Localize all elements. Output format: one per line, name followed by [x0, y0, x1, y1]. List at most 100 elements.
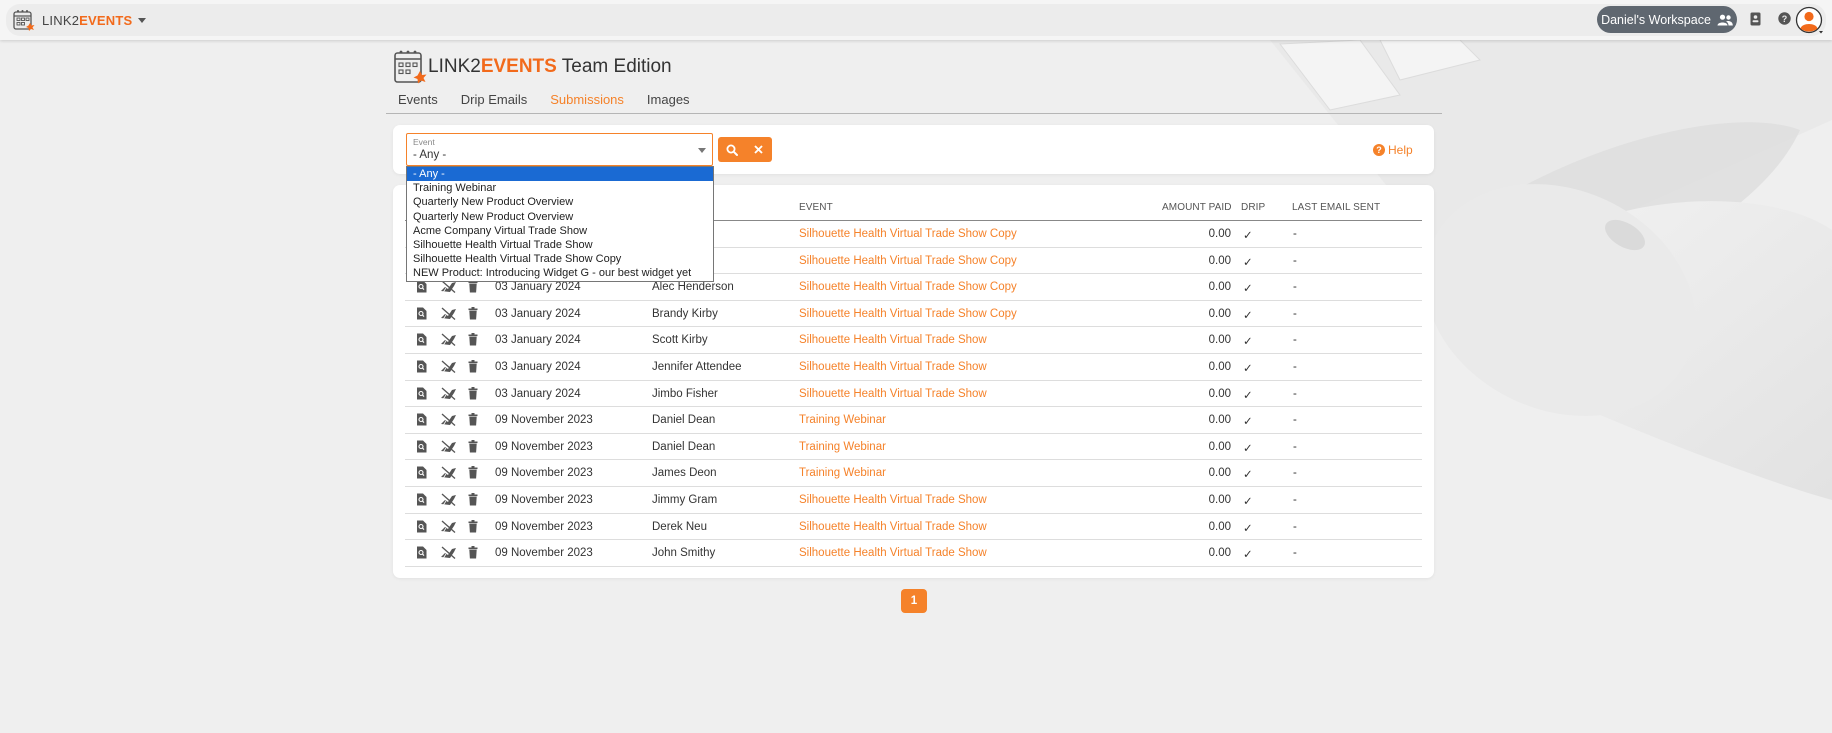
help-icon[interactable]: ?: [1778, 12, 1791, 25]
table-row: 03 January 2024 Scott Kirby Silhouette H…: [405, 327, 1422, 354]
tab-submissions[interactable]: Submissions: [550, 92, 624, 107]
help-label: Help: [1388, 143, 1413, 157]
table-row: 03 January 2024 Jimbo Fisher Silhouette …: [405, 381, 1422, 408]
delete-icon[interactable]: [468, 439, 478, 453]
chevron-down-icon: [138, 17, 147, 23]
event-link[interactable]: Silhouette Health Virtual Trade Show Cop…: [799, 308, 1017, 320]
column-header-event[interactable]: EVENT: [799, 202, 833, 213]
column-header-last-email-sent[interactable]: LAST EMAIL SENT: [1292, 202, 1380, 213]
event-link[interactable]: Silhouette Health Virtual Trade Show: [799, 547, 987, 559]
view-submission-icon[interactable]: [416, 413, 427, 426]
event-link[interactable]: Training Webinar: [799, 414, 886, 426]
last-email-sent: -: [1293, 228, 1297, 240]
amount-paid: 0.00: [1208, 361, 1231, 373]
delete-icon[interactable]: [468, 413, 478, 426]
amount-paid: 0.00: [1208, 334, 1231, 347]
nav-tabs: Events Drip Emails Submissions Images: [398, 92, 713, 107]
view-submission-icon[interactable]: [416, 387, 427, 400]
submitter-name: Daniel Dean: [652, 414, 716, 427]
amount-paid: 0.00: [1208, 281, 1231, 294]
drip-check-icon: ✓: [1243, 522, 1253, 535]
clear-filter-button[interactable]: [745, 137, 772, 162]
view-submission-icon[interactable]: [416, 333, 427, 346]
delete-icon[interactable]: [468, 519, 478, 533]
unsubscribe-drip-icon[interactable]: [440, 440, 457, 453]
submitter-name: Jennifer Attendee: [652, 361, 742, 373]
drip-check-icon: ✓: [1243, 389, 1253, 402]
workspace-button[interactable]: Daniel's Workspace: [1597, 6, 1737, 33]
event-link[interactable]: Silhouette Health Virtual Trade Show: [799, 334, 987, 346]
unsubscribe-drip-icon[interactable]: [440, 493, 457, 506]
submitter-name: Daniel Dean: [652, 440, 716, 453]
dropdown-option[interactable]: Acme Company Virtual Trade Show: [407, 224, 713, 238]
event-select[interactable]: Event - Any -: [406, 133, 713, 166]
event-link[interactable]: Silhouette Health Virtual Trade Show: [799, 521, 987, 533]
dropdown-option[interactable]: Silhouette Health Virtual Trade Show: [407, 238, 713, 252]
dropdown-option[interactable]: Training Webinar: [407, 181, 713, 195]
event-link[interactable]: Silhouette Health Virtual Trade Show Cop…: [799, 228, 1017, 240]
unsubscribe-drip-icon[interactable]: [440, 307, 457, 320]
event-link[interactable]: Silhouette Health Virtual Trade Show: [799, 388, 987, 400]
tab-drip-emails[interactable]: Drip Emails: [461, 92, 527, 107]
event-link[interactable]: Silhouette Health Virtual Trade Show Cop…: [799, 255, 1017, 267]
unsubscribe-drip-icon[interactable]: [440, 466, 457, 480]
dropdown-option[interactable]: Quarterly New Product Overview: [407, 210, 713, 224]
last-email-sent: -: [1293, 467, 1297, 480]
view-submission-icon[interactable]: [416, 307, 427, 320]
submission-date: 09 November 2023: [495, 467, 593, 480]
last-email-sent: -: [1293, 254, 1297, 267]
view-submission-icon[interactable]: [416, 546, 427, 559]
unsubscribe-drip-icon[interactable]: [440, 280, 457, 294]
event-link[interactable]: Silhouette Health Virtual Trade Show Cop…: [799, 281, 1017, 293]
dropdown-option[interactable]: - Any -: [407, 167, 713, 182]
view-submission-icon[interactable]: [416, 493, 427, 506]
search-button[interactable]: [718, 137, 745, 162]
pagination-page-1[interactable]: 1: [901, 589, 927, 613]
dropdown-option[interactable]: Quarterly New Product Overview: [407, 195, 713, 209]
delete-icon[interactable]: [468, 466, 478, 479]
last-email-sent: -: [1293, 547, 1297, 560]
delete-icon[interactable]: [468, 280, 478, 293]
submission-date: 03 January 2024: [495, 334, 581, 347]
unsubscribe-drip-icon[interactable]: [440, 333, 457, 347]
unsubscribe-drip-icon[interactable]: [440, 413, 457, 427]
delete-icon[interactable]: [468, 306, 478, 320]
delete-icon[interactable]: [468, 386, 478, 400]
delete-icon[interactable]: [468, 546, 478, 559]
last-email-sent: -: [1293, 281, 1297, 294]
view-submission-icon[interactable]: [416, 280, 427, 293]
table-row: 03 January 2024 Brandy Kirby Silhouette …: [405, 301, 1422, 328]
dropdown-arrow-icon: [698, 148, 706, 153]
event-link[interactable]: Training Webinar: [799, 441, 886, 453]
submitter-name: John Smithy: [652, 547, 716, 560]
tab-events[interactable]: Events: [398, 92, 438, 107]
contacts-icon[interactable]: [1750, 12, 1761, 26]
event-link[interactable]: Silhouette Health Virtual Trade Show: [799, 361, 987, 373]
help-link[interactable]: ? Help: [1373, 143, 1413, 157]
view-submission-icon[interactable]: [416, 440, 427, 453]
event-link[interactable]: Silhouette Health Virtual Trade Show: [799, 494, 987, 506]
delete-icon[interactable]: [468, 333, 478, 346]
delete-icon[interactable]: [468, 360, 478, 373]
brand-menu[interactable]: LINK2EVENTS: [12, 7, 147, 33]
event-link[interactable]: Training Webinar: [799, 467, 886, 479]
view-submission-icon[interactable]: [416, 360, 427, 373]
submitter-name: Derek Neu: [652, 520, 707, 533]
unsubscribe-drip-icon[interactable]: [440, 546, 457, 560]
view-submission-icon[interactable]: [416, 520, 427, 533]
tab-images[interactable]: Images: [647, 92, 690, 107]
dropdown-option[interactable]: Silhouette Health Virtual Trade Show Cop…: [407, 252, 713, 266]
column-header-amount-paid[interactable]: AMOUNT PAID: [1162, 202, 1232, 213]
amount-paid: 0.00: [1208, 467, 1231, 480]
last-email-sent: -: [1293, 414, 1297, 427]
dropdown-option[interactable]: NEW Product: Introducing Widget G - our …: [407, 266, 713, 280]
delete-icon[interactable]: [468, 493, 478, 506]
user-avatar-icon[interactable]: [1795, 6, 1823, 34]
unsubscribe-drip-icon[interactable]: [440, 360, 457, 373]
view-submission-icon[interactable]: [416, 466, 427, 479]
unsubscribe-drip-icon[interactable]: [440, 387, 457, 400]
column-header-drip[interactable]: DRIP: [1241, 202, 1265, 213]
unsubscribe-drip-icon[interactable]: [440, 520, 457, 533]
amount-paid: 0.00: [1208, 414, 1231, 427]
last-email-sent: -: [1293, 361, 1297, 373]
